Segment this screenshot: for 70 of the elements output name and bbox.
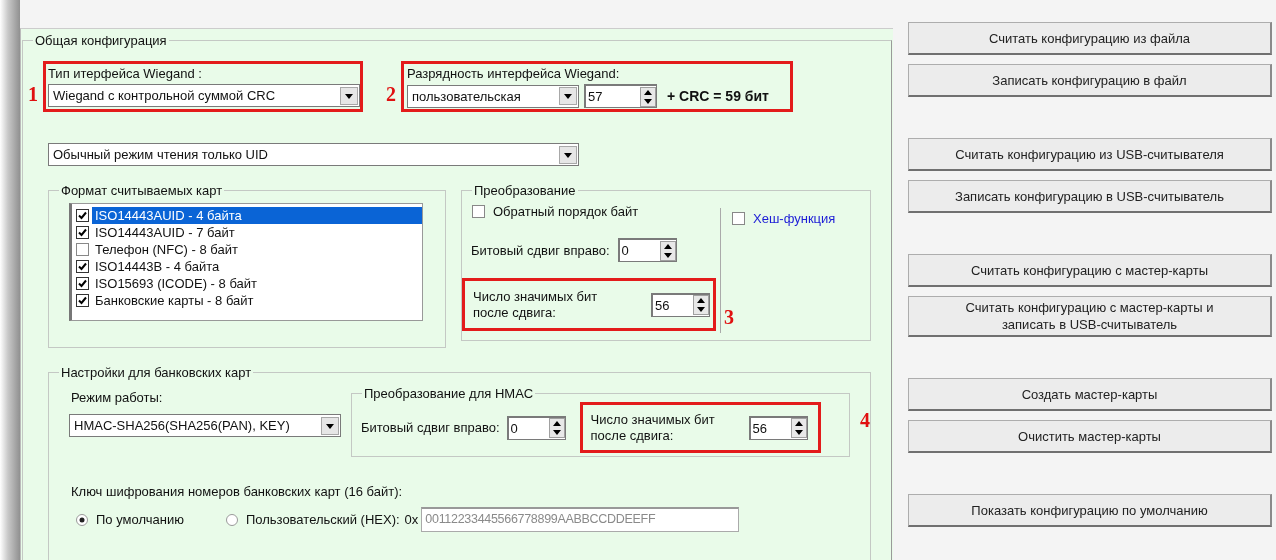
item-label: Банковские карты - 8 байт [94, 292, 255, 309]
radio-button[interactable] [76, 513, 88, 526]
radio-label: По умолчанию [96, 512, 184, 527]
checkbox[interactable] [76, 277, 89, 290]
checkbox[interactable] [76, 226, 89, 239]
group-title: Преобразование [473, 183, 577, 198]
item-label: ISO14443B - 4 байта [94, 258, 221, 275]
action-button[interactable]: Записать конфигурацию в файл [908, 64, 1272, 97]
caret-icon[interactable] [559, 87, 577, 105]
spin-field[interactable]: 57 [584, 84, 657, 108]
spin-arrows-icon[interactable] [790, 418, 807, 438]
hex-prefix: 0x [404, 512, 419, 527]
caret-icon[interactable] [340, 86, 358, 105]
action-button[interactable]: Считать конфигурацию с мастер-карты [908, 254, 1272, 287]
callout-number: 2 [385, 84, 397, 104]
group-title: Настройки для банковских карт [60, 365, 253, 380]
callout-number: 3 [724, 307, 735, 327]
field-label: Число значимых бит после сдвига: [473, 288, 599, 321]
item-label: ISO14443AUID - 7 байт [94, 224, 236, 241]
checkbox[interactable] [732, 212, 745, 225]
field-label: Разрядность интерфейса Wiegand: [407, 66, 621, 82]
list-item[interactable]: Телефон (NFC) - 8 байт [74, 241, 422, 258]
field-label: Режим работы: [71, 390, 164, 405]
radio-label: Пользовательский (HEX): [245, 512, 400, 527]
group-title: Формат считываемых карт [60, 183, 224, 198]
group-title: Общая конфигурация [34, 33, 168, 48]
list-item[interactable]: ISO14443AUID - 7 байт [74, 224, 422, 241]
radio-button[interactable] [225, 513, 238, 526]
dropdown[interactable]: Wiegand с контрольной суммой CRC [48, 84, 360, 107]
callout-number: 4 [860, 410, 870, 430]
item-label: ISO15693 (ICODE) - 8 байт [94, 275, 258, 292]
spin-field[interactable]: 56 [651, 292, 710, 317]
dropdown[interactable]: HMAC-SHA256(SHA256(PAN), KEY) [69, 414, 341, 437]
action-button[interactable]: Показать конфигурацию по умолчанию [908, 494, 1272, 527]
action-button[interactable]: Очистить мастер-карты [908, 420, 1272, 453]
list-item[interactable]: Банковские карты - 8 байт [74, 292, 422, 309]
field-label: Тип итерфейса Wiegand : [48, 66, 203, 82]
checkbox-label: Хеш-функция [753, 211, 836, 226]
total-bits-text: + CRC = 59 бит [667, 88, 769, 104]
checkbox[interactable] [76, 294, 89, 307]
spin-field[interactable]: 0 [617, 238, 677, 262]
checkbox[interactable] [76, 243, 89, 256]
spin-arrows-icon[interactable] [659, 240, 676, 261]
caret-icon[interactable] [321, 416, 339, 435]
action-button[interactable]: Считать конфигурацию из файла [908, 22, 1272, 55]
item-label: Телефон (NFC) - 8 байт [94, 241, 239, 258]
field-label: Битовый сдвиг вправо: [361, 420, 500, 435]
action-button[interactable]: Считать конфигурацию с мастер-карты и записать в USB-считыватель [908, 296, 1272, 337]
field-label: Число значимых бит после сдвига: [590, 411, 716, 444]
spin-field[interactable]: 56 [748, 415, 808, 440]
caret-icon[interactable] [559, 145, 577, 164]
action-button[interactable]: Записать конфигурацию в USB-считыватель [908, 180, 1272, 213]
list-item[interactable]: ISO15693 (ICODE) - 8 байт [74, 275, 422, 292]
dropdown[interactable]: Обычный режим чтения только UID [48, 143, 579, 166]
checkbox[interactable] [76, 209, 89, 222]
group-title: Преобразование для HMAC [363, 386, 535, 401]
dropdown[interactable]: пользовательская [407, 84, 579, 108]
spin-field[interactable]: 0 [506, 415, 566, 440]
checkbox[interactable] [472, 205, 485, 218]
field-label: Ключ шифрования номеров банковских карт (16 байт): [71, 484, 404, 499]
list-item[interactable]: ISO14443B - 4 байта [74, 258, 422, 275]
checkbox-label: Обратный порядок байт [493, 204, 639, 219]
action-button[interactable]: Считать конфигурацию из USB-считывателя [908, 138, 1272, 171]
callout-number: 1 [27, 84, 39, 104]
field-label: Битовый сдвиг вправо: [471, 242, 610, 258]
spin-arrows-icon[interactable] [640, 86, 656, 107]
action-button[interactable]: Создать мастер-карты [908, 378, 1272, 411]
checkbox[interactable] [76, 260, 89, 273]
spin-arrows-icon[interactable] [548, 418, 565, 438]
spin-arrows-icon[interactable] [693, 295, 709, 315]
